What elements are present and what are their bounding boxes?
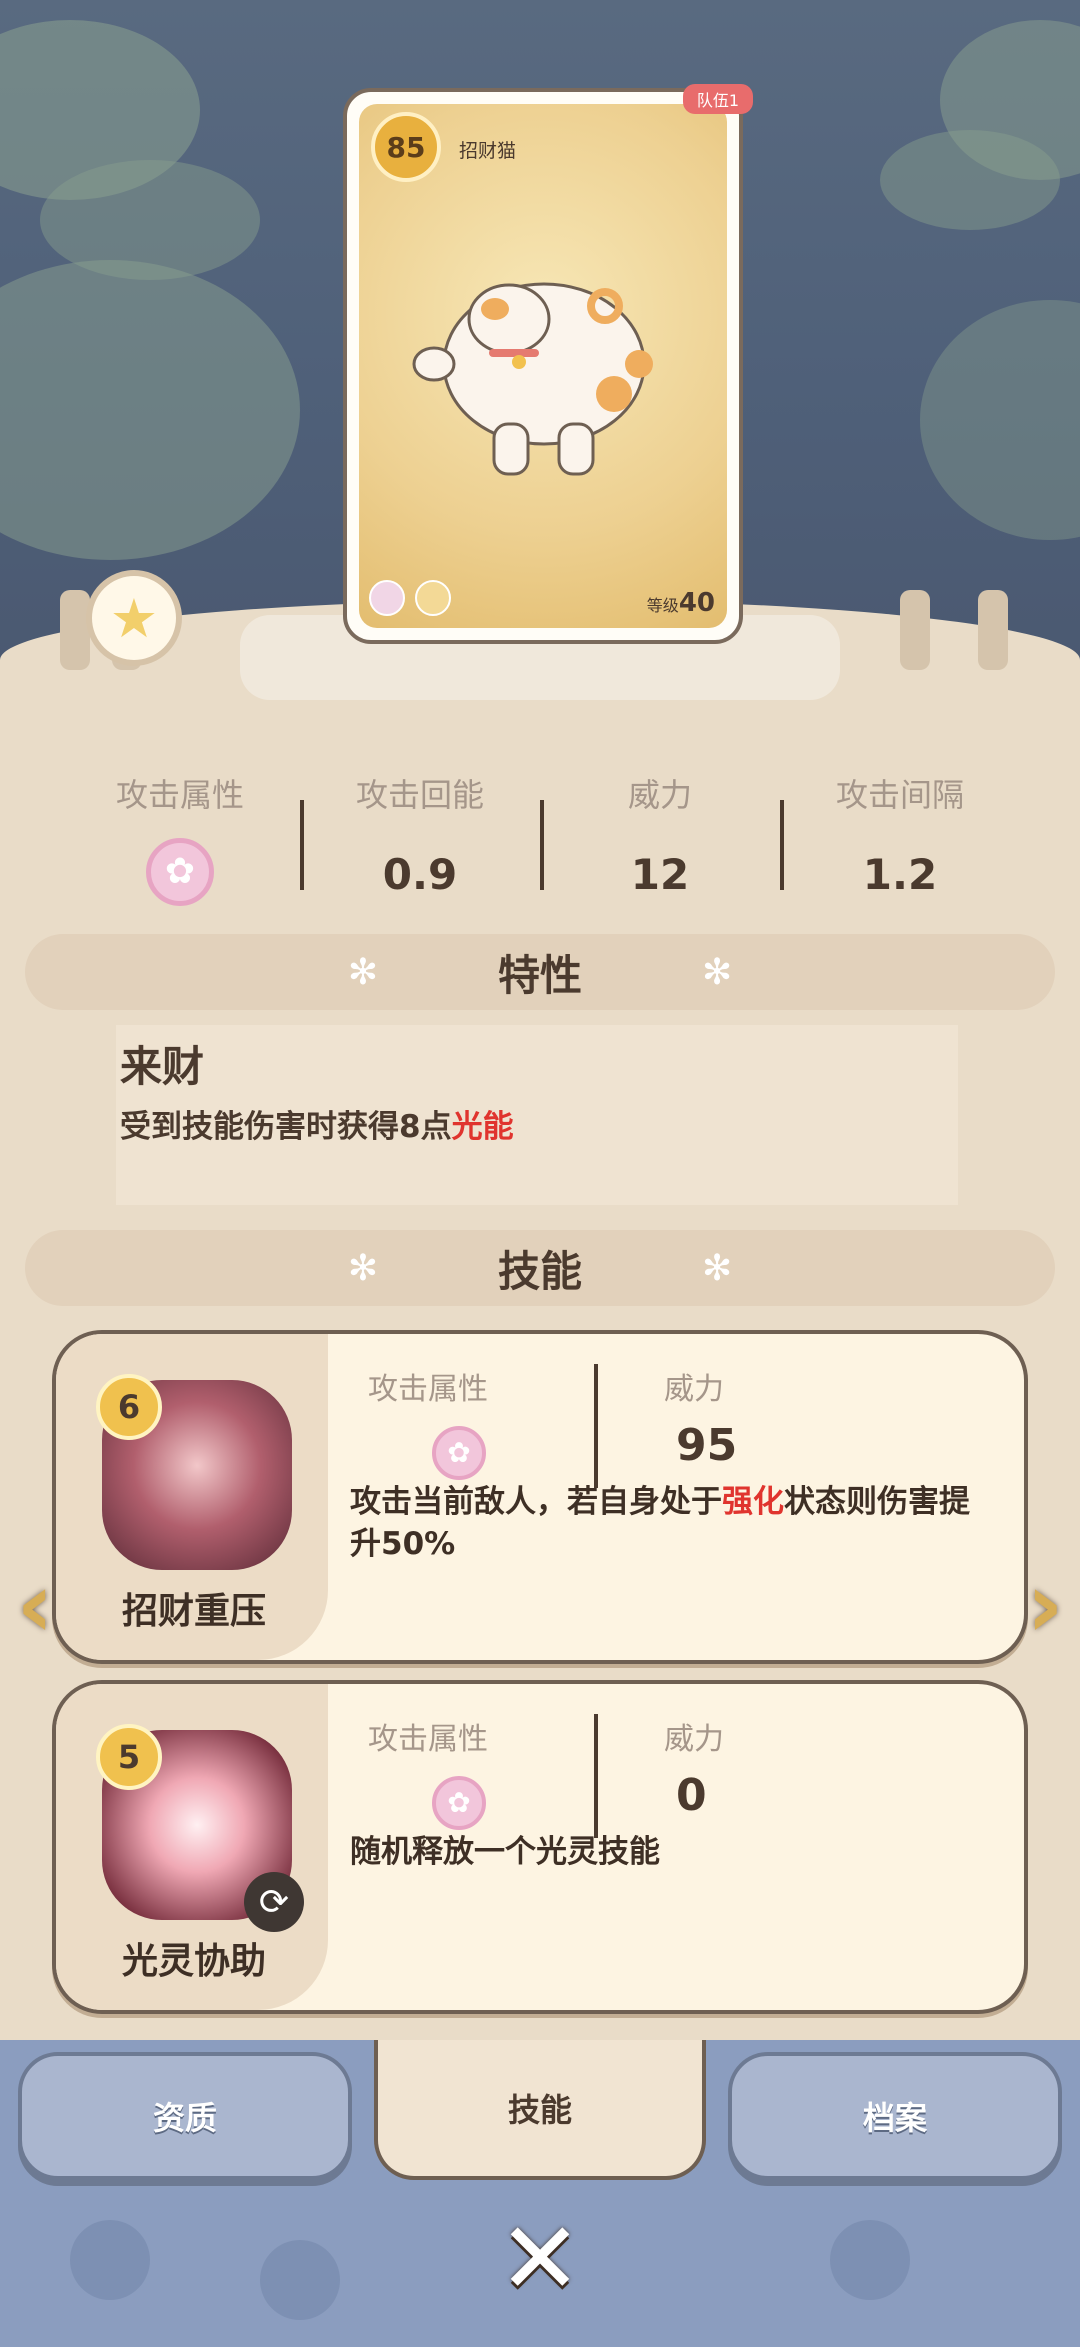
trait-description: 受到技能伤害时获得8点光能 [120,1101,514,1146]
stat-label: 攻击属性 [115,776,244,814]
sparkle-icon: ✻ [702,1247,733,1289]
sparkle-icon: ✻ [347,1247,378,1289]
skill-attr-label: 攻击属性 [368,1372,488,1407]
trait-desc-text: 受到技能伤害时获得8点 [120,1109,452,1145]
cloud [920,300,1080,540]
skill-name: 光灵协助 [121,1941,266,1982]
attribute-icon [369,580,405,616]
sparkle-icon: ✻ [347,951,378,993]
chevron-right-icon[interactable]: › [1010,1550,1080,1660]
trait-box: 来财 受到技能伤害时获得8点光能 [116,1025,958,1205]
character-card[interactable]: 85 招财猫 等级40 队伍1 [343,84,753,644]
skill-power-label: 威力 [664,1722,724,1757]
tab-profile[interactable]: 档案 [728,2052,1062,2180]
skill-card[interactable]: 6 招财重压 攻击属性 威力 ✿ 95 攻击当前敌人，若自身处于强化状态则伤害提… [52,1330,1028,1664]
cloud [0,260,300,560]
stat-attack-interval: 攻击间隔 1.2 [780,770,1020,920]
skill-desc-text: 随机释放一个光灵技能 [350,1834,660,1870]
fence-post [900,590,930,670]
stat-attack-attribute: 攻击属性 ✿ [60,770,300,920]
skill-power-value: 0 [676,1770,707,1821]
trait-section-header: ✻ 特性 ✻ [25,934,1055,1010]
paw-decoration [830,2220,910,2300]
skill-desc-text: 攻击当前敌人，若自身处于 [350,1484,722,1520]
level-label: 等级 [646,596,679,615]
card-level: 等级40 [647,588,715,618]
skill-power-label: 威力 [664,1372,724,1407]
trait-desc-highlight: 光能 [451,1109,514,1145]
stats-row: 攻击属性 ✿ 攻击回能 0.9 威力 12 攻击间隔 1.2 [60,770,1020,920]
rank-badge: 85 [371,112,441,182]
class-icon [415,580,451,616]
skill-description: 随机释放一个光灵技能 [350,1832,990,1874]
stat-energy-regen: 攻击回能 0.9 [300,770,540,920]
cloud [880,130,1060,230]
stat-value: 0.9 [382,850,458,899]
skill-desc-highlight: 强化 [722,1484,784,1520]
skill-art-panel: 6 招财重压 [56,1334,328,1660]
tab-skills[interactable]: 技能 [374,2040,706,2180]
paw-decoration [260,2240,340,2320]
stat-value: 1.2 [862,850,938,899]
character-name: 招财猫 [459,140,517,162]
skill-card[interactable]: 5 ⟳ 光灵协助 攻击属性 威力 ✿ 0 随机释放一个光灵技能 [52,1680,1028,2014]
flower-icon: ✿ [432,1776,486,1830]
sparkle-icon: ✻ [702,951,733,993]
flower-icon: ✿ [432,1426,486,1480]
level-value: 40 [678,588,715,618]
stat-label: 威力 [627,776,692,814]
chevron-left-icon[interactable]: ‹ [0,1550,70,1660]
fence-post [60,590,90,670]
stat-label: 攻击回能 [355,776,484,814]
skill-description: 攻击当前敌人，若自身处于强化状态则伤害提升50% [350,1482,990,1566]
section-title: 特性 [497,950,582,1000]
lucky-cat-illustration [412,282,653,476]
stat-power: 威力 12 [540,770,780,920]
team-tag: 队伍1 [682,84,753,114]
skill-section-header: ✻ 技能 ✻ [25,1230,1055,1306]
skill-cost-badge: 6 [96,1374,162,1440]
flower-icon: ✿ [146,838,214,906]
section-title: 技能 [497,1246,582,1296]
trait-name: 来财 [120,1042,205,1091]
stat-value: 12 [630,850,690,899]
skill-cost-badge: 5 [96,1724,162,1790]
star-icon[interactable]: ★ [86,570,182,666]
divider [594,1714,598,1838]
skill-name: 招财重压 [121,1591,266,1632]
divider [594,1364,598,1488]
tab-aptitude[interactable]: 资质 [18,2052,352,2180]
stat-label: 攻击间隔 [835,776,964,814]
card-art: 85 招财猫 等级40 [359,104,727,628]
skill-attr-label: 攻击属性 [368,1722,488,1757]
skill-art-panel: 5 ⟳ 光灵协助 [56,1684,328,2010]
paw-decoration [70,2220,150,2300]
fence-post [978,590,1008,670]
skill-power-value: 95 [676,1420,738,1471]
close-icon[interactable]: ✕ [492,2200,588,2317]
refresh-icon: ⟳ [244,1872,304,1932]
